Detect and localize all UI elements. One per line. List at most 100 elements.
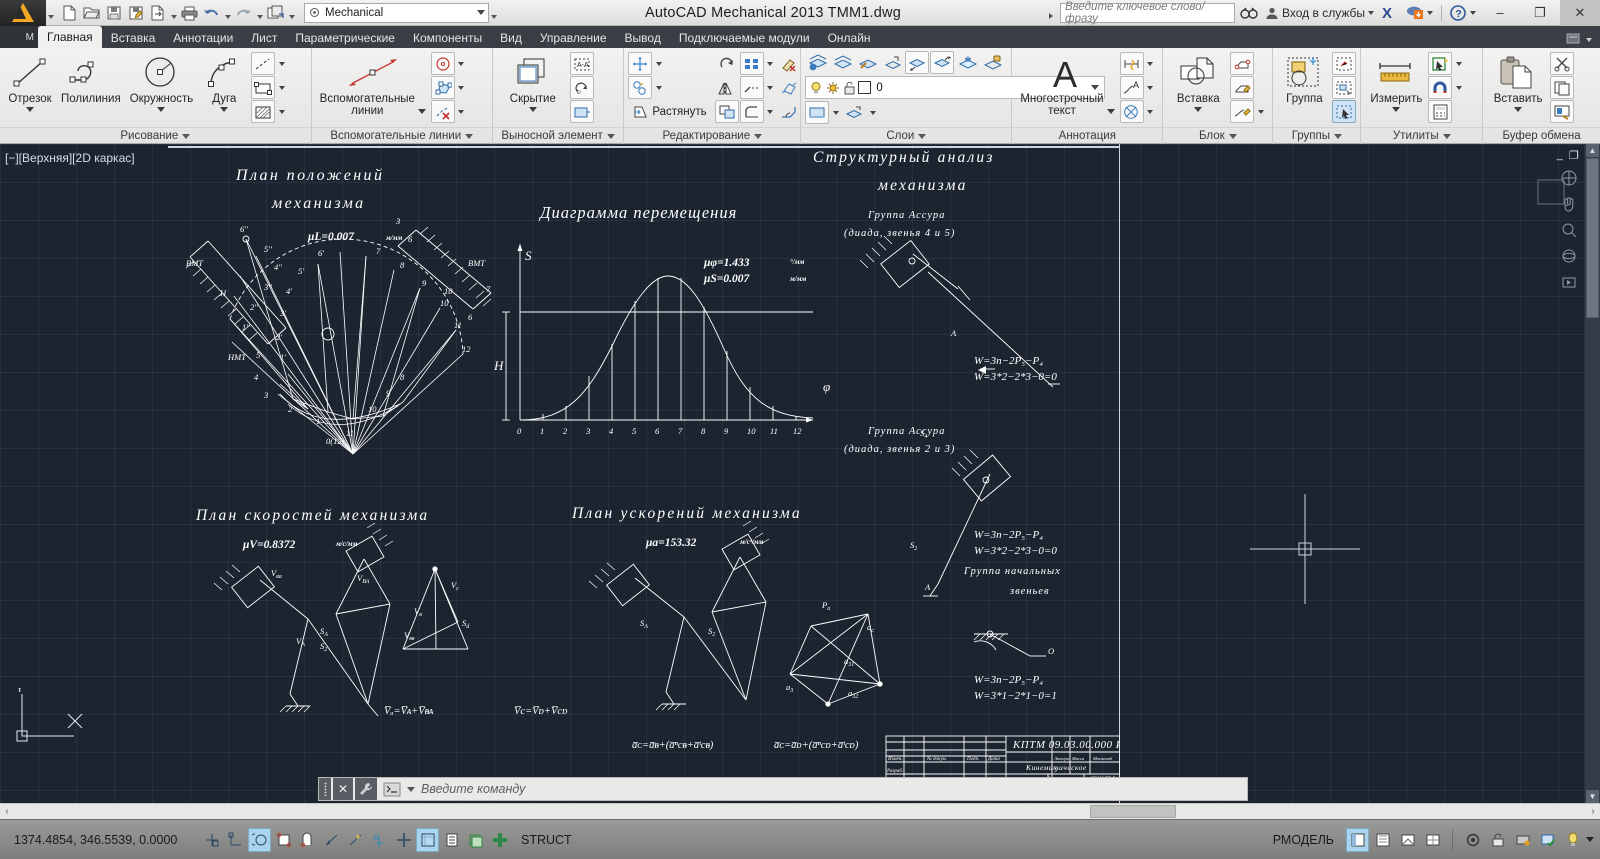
application-menu-button[interactable] xyxy=(0,0,46,26)
copy-clip-icon[interactable] xyxy=(1550,76,1575,99)
detail-symbol-icon[interactable] xyxy=(569,100,594,123)
rectangle-icon[interactable] xyxy=(251,76,276,99)
pan-hand-icon[interactable] xyxy=(1559,194,1579,214)
edit-block-icon[interactable] xyxy=(1230,76,1255,99)
chevron-down-icon[interactable] xyxy=(1586,837,1594,842)
detail-copy-icon[interactable]: A-A xyxy=(569,52,594,75)
define-attribute-icon[interactable] xyxy=(1230,100,1255,123)
drawing-canvas[interactable]: [−][Верхняя][2D каркас] _ ❐ ✕ xyxy=(0,144,1600,819)
construction-line-dropdown-arrow[interactable] xyxy=(276,52,287,75)
layer-lock-icon[interactable] xyxy=(980,51,1004,74)
scroll-up-button[interactable]: ▲ xyxy=(1586,144,1599,157)
ribbon-minimize-arrow[interactable] xyxy=(1586,38,1592,42)
dimension-dropdown-arrow[interactable] xyxy=(1145,52,1156,75)
define-attribute-dropdown-arrow[interactable] xyxy=(1255,100,1266,123)
delete-aux-dropdown-arrow[interactable] xyxy=(456,100,467,123)
coordinate-display[interactable]: 1374.4854, 346.5539, 0.0000 xyxy=(0,833,200,847)
scroll-left-button[interactable]: ‹ xyxy=(0,806,14,817)
horizontal-scrollbar[interactable]: ‹ › xyxy=(0,803,1600,819)
array-dropdown-arrow[interactable] xyxy=(765,52,776,75)
isolate-objects-icon[interactable] xyxy=(1536,828,1559,852)
poly-constraint-dropdown-arrow[interactable] xyxy=(456,76,467,99)
vp-restore-icon[interactable]: ❐ xyxy=(1569,149,1579,162)
annotation-scale-icon[interactable] xyxy=(1461,828,1484,852)
cut-scissors-icon[interactable] xyxy=(1550,52,1575,75)
search-input[interactable]: Введите ключевое слово/фразу xyxy=(1060,1,1235,25)
snap-grid-icon[interactable] xyxy=(224,828,247,852)
layer-previous-icon[interactable] xyxy=(880,51,904,74)
layer-properties-icon[interactable] xyxy=(805,51,829,74)
paste-button[interactable]: Вставить xyxy=(1487,51,1549,114)
quick-select-icon[interactable] xyxy=(1428,52,1453,75)
quick-select-dropdown-arrow[interactable] xyxy=(1453,52,1464,75)
command-line[interactable]: ✕ Введите команду xyxy=(318,777,1248,801)
trim-icon[interactable] xyxy=(739,76,764,99)
circle-button[interactable]: Окружность xyxy=(126,51,198,114)
save-as-icon[interactable] xyxy=(125,2,146,24)
pan-zoom-icon[interactable] xyxy=(1421,828,1444,852)
tab-vyvod[interactable]: Вывод xyxy=(616,28,670,48)
mirror-icon[interactable] xyxy=(715,76,739,99)
vp-minimize-icon[interactable]: _ xyxy=(1557,149,1563,161)
export-icon[interactable] xyxy=(147,2,168,24)
panel-title-utilities[interactable]: Утилиты xyxy=(1361,127,1483,144)
layer-isolate-icon[interactable] xyxy=(930,51,955,74)
search-icon[interactable] xyxy=(1238,2,1260,24)
insert-block-dropdown-arrow[interactable] xyxy=(1194,107,1203,112)
orbit-icon[interactable] xyxy=(1559,246,1579,266)
save-disk-icon[interactable] xyxy=(103,2,124,24)
hatch-icon[interactable] xyxy=(251,100,276,123)
model-space-label[interactable]: РМОДЕЛЬ xyxy=(1263,833,1344,847)
dynamic-input-icon[interactable] xyxy=(416,827,439,852)
polar-tracking-icon[interactable] xyxy=(296,828,319,852)
group-edit-icon[interactable] xyxy=(1332,76,1357,99)
poly-constraint-icon[interactable] xyxy=(430,76,455,99)
qat-overflow-arrow[interactable] xyxy=(489,2,498,24)
command-prompt-icon[interactable] xyxy=(379,778,405,800)
model-space-icon[interactable] xyxy=(1346,827,1369,852)
osnap-magnet-icon[interactable] xyxy=(1428,76,1453,99)
tab-upravlenie[interactable]: Управление xyxy=(531,28,616,48)
layer-state-icon[interactable] xyxy=(805,101,830,124)
hatch-dropdown-arrow[interactable] xyxy=(276,100,287,123)
tab-vstavka[interactable]: Вставка xyxy=(102,28,165,48)
move-icon[interactable] xyxy=(628,52,653,75)
copy-dropdown-arrow[interactable] xyxy=(653,76,664,99)
stretch-button[interactable]: Растянуть xyxy=(628,100,710,123)
line-button[interactable]: Отрезок xyxy=(4,51,56,114)
polyline-button[interactable]: Полилиния xyxy=(57,51,125,107)
osnap-dropdown-arrow[interactable] xyxy=(1453,76,1464,99)
dynamic-ucs-icon[interactable] xyxy=(392,828,415,852)
quick-view-layouts-icon[interactable] xyxy=(1371,828,1394,852)
scroll-down-button[interactable]: ▼ xyxy=(1586,790,1599,803)
full-navigation-wheel-icon[interactable] xyxy=(1559,168,1579,188)
lineweight-icon[interactable] xyxy=(440,828,463,852)
close-button[interactable]: ✕ xyxy=(1560,0,1600,26)
viewport-controls-label[interactable]: [−][Верхняя][2D каркас] xyxy=(5,151,135,165)
panel-title-layers[interactable]: Слои xyxy=(801,127,1012,144)
table-dropdown-arrow[interactable] xyxy=(1145,100,1156,123)
measure-button[interactable]: Измерить xyxy=(1365,51,1427,114)
hardware-accel-icon[interactable] xyxy=(1511,828,1534,852)
printer-icon[interactable] xyxy=(179,2,200,24)
autodesk-exchange-x-icon[interactable]: X xyxy=(1379,2,1401,24)
tab-komponenty[interactable]: Компоненты xyxy=(404,28,491,48)
workspace-dropdown-arrow[interactable] xyxy=(477,10,485,15)
match-properties-icon[interactable] xyxy=(1550,100,1575,123)
center-mark-icon[interactable] xyxy=(430,52,455,75)
leader-dropdown-arrow[interactable] xyxy=(1145,76,1156,99)
array-icon[interactable] xyxy=(739,52,764,75)
layer-state-dropdown-arrow[interactable] xyxy=(830,101,841,124)
rectangle-dropdown-arrow[interactable] xyxy=(276,76,287,99)
transparency-icon[interactable] xyxy=(464,828,487,852)
paste-dropdown-arrow[interactable] xyxy=(1514,107,1523,112)
scroll-right-button[interactable]: › xyxy=(1586,806,1600,817)
layer-make-current-icon[interactable] xyxy=(830,51,854,74)
ribbon-panel-selector-icon[interactable] xyxy=(1566,32,1582,48)
layer-merge-dropdown-arrow[interactable] xyxy=(867,101,878,124)
fillet-icon[interactable] xyxy=(739,100,764,123)
signin-button[interactable]: Вход в службы xyxy=(1263,2,1376,24)
dimension-icon[interactable] xyxy=(1119,52,1144,75)
open-folder-icon[interactable] xyxy=(81,2,102,24)
mtext-dropdown-arrow[interactable] xyxy=(1106,109,1115,114)
